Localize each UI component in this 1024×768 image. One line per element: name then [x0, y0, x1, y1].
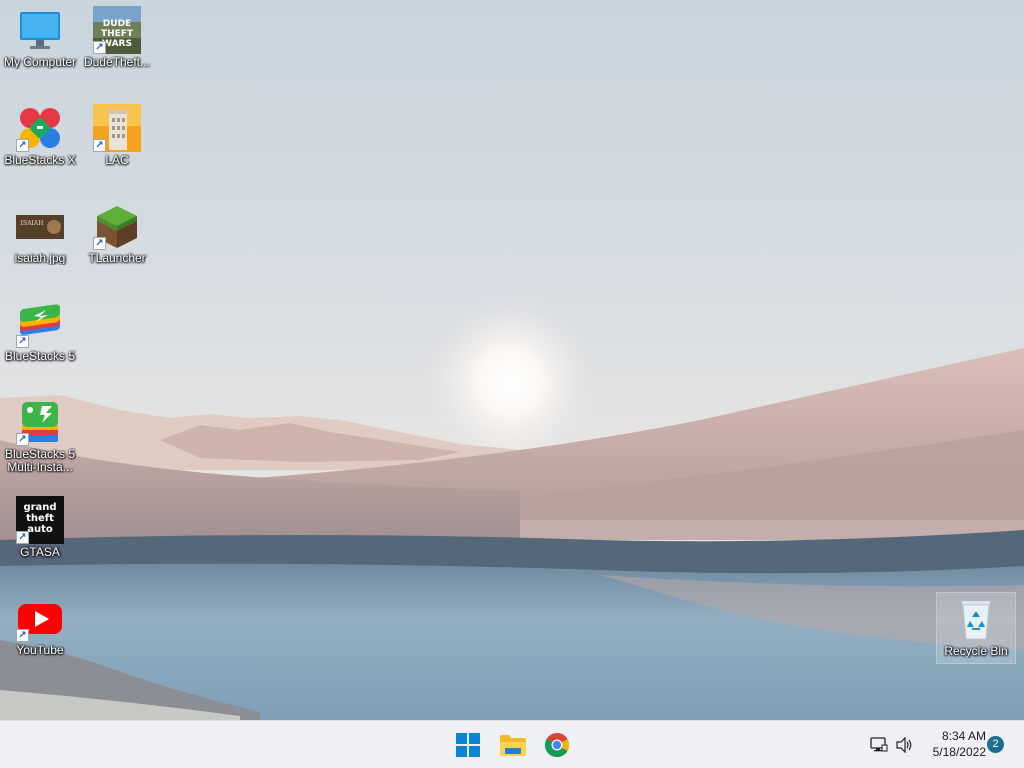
youtube-icon: ↗	[16, 594, 64, 642]
minecraft-block-icon: ↗	[93, 202, 141, 250]
gta-san-andreas-icon: grand theft auto ↗	[16, 496, 64, 544]
network-icon	[870, 737, 888, 752]
desktop-icon-bluestacks-5[interactable]: ↗ BlueStacks 5	[0, 294, 80, 382]
icon-label: isaiah.jpg	[14, 252, 66, 265]
recycle-bin-icon	[952, 595, 1000, 643]
theft-art-text: theft	[26, 513, 54, 524]
desktop-icon-youtube[interactable]: ↗ YouTube	[0, 588, 80, 676]
icon-label: TLauncher	[88, 252, 146, 265]
shortcut-arrow-icon: ↗	[16, 433, 29, 446]
folder-icon	[500, 735, 526, 756]
file-explorer-button[interactable]	[497, 729, 529, 761]
bluestacks-multi-instance-icon: ↗	[16, 398, 64, 446]
notification-badge[interactable]: 2	[987, 736, 1004, 753]
icon-label: Recycle Bin	[944, 645, 1008, 658]
desktop-icon-dude-theft-wars[interactable]: DUDE THEFT WARS ↗ DudeTheft...	[77, 0, 157, 88]
desktop-icon-my-computer[interactable]: My Computer	[0, 0, 80, 88]
clock[interactable]: 8:34 AM 5/18/2022	[922, 728, 986, 760]
clock-time: 8:34 AM	[941, 729, 986, 743]
start-button[interactable]	[452, 729, 484, 761]
image-file-icon: ISAIAH	[16, 202, 64, 250]
volume-icon	[896, 737, 912, 753]
taskbar: 8:34 AM 5/18/2022 2	[0, 720, 1024, 768]
icon-label: My Computer	[3, 56, 77, 69]
windows-logo-icon	[456, 733, 480, 757]
shortcut-arrow-icon: ↗	[93, 139, 106, 152]
volume-button[interactable]	[892, 729, 918, 761]
icon-label: BlueStacks 5 Multi-Insta...	[4, 448, 76, 474]
isaiah-art-text: ISAIAH	[21, 220, 44, 227]
network-button[interactable]	[866, 729, 892, 761]
icon-label: BlueStacks 5	[4, 350, 76, 363]
icon-label: BlueStacks X	[4, 154, 76, 167]
icon-label: LAC	[105, 154, 129, 167]
bluestacks-5-icon: ↗	[16, 300, 64, 348]
lac-icon: ↗	[93, 104, 141, 152]
shortcut-arrow-icon: ↗	[16, 531, 29, 544]
icon-label: YouTube	[16, 644, 64, 657]
desktop-icon-gtasa[interactable]: grand theft auto ↗ GTASA	[0, 490, 80, 578]
desktop-icon-lac[interactable]: ↗ LAC	[77, 98, 157, 186]
dude-art-text: DUDE	[103, 19, 131, 29]
shortcut-arrow-icon: ↗	[16, 629, 29, 642]
shortcut-arrow-icon: ↗	[93, 237, 106, 250]
bluestacks-x-icon: ↗	[16, 104, 64, 152]
grand-art-text: grand	[23, 502, 56, 513]
icon-label: GTASA	[20, 546, 60, 559]
icon-label: DudeTheft...	[83, 56, 151, 69]
shortcut-arrow-icon: ↗	[16, 335, 29, 348]
wars-art-text: WARS	[102, 39, 132, 49]
desktop-icon-tlauncher[interactable]: ↗ TLauncher	[77, 196, 157, 284]
desktop-icon-bluestacks-5-multi-instance[interactable]: ↗ BlueStacks 5 Multi-Insta...	[0, 392, 80, 484]
shortcut-arrow-icon: ↗	[16, 139, 29, 152]
desktop-icon-isaiah-jpg[interactable]: ISAIAH isaiah.jpg	[0, 196, 80, 284]
chrome-button[interactable]	[541, 729, 573, 761]
shortcut-arrow-icon: ↗	[93, 41, 106, 54]
clock-date: 5/18/2022	[932, 745, 986, 759]
auto-art-text: auto	[27, 524, 53, 535]
chrome-icon	[545, 733, 569, 757]
theft-art-text: THEFT	[101, 29, 134, 39]
monitor-icon	[16, 6, 64, 54]
dude-theft-wars-icon: DUDE THEFT WARS ↗	[93, 6, 141, 54]
desktop-icon-recycle-bin[interactable]: Recycle Bin	[936, 592, 1016, 664]
desktop-icon-bluestacks-x[interactable]: ↗ BlueStacks X	[0, 98, 80, 186]
